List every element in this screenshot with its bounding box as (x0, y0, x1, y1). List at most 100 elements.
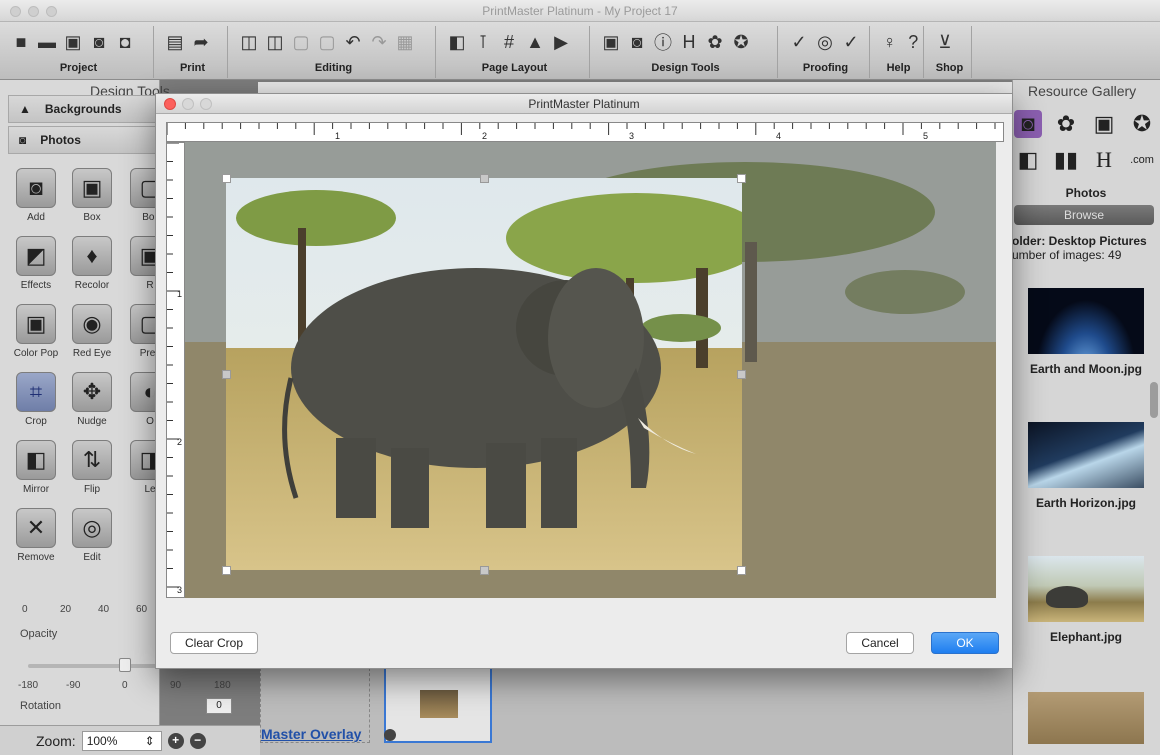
layout-category-icon[interactable]: ▮▮ (1052, 146, 1080, 174)
info-icon[interactable]: ⓘ (652, 30, 674, 54)
web-category-icon[interactable]: .com (1128, 146, 1156, 174)
share-icon[interactable]: ➦ (190, 30, 212, 54)
tool-color-pop[interactable]: ▣ Color Pop (10, 304, 62, 359)
tip-icon[interactable]: ♀ (880, 30, 900, 54)
zoom-in-button[interactable]: + (167, 732, 184, 749)
toolbar-group-editing: ◫ ◫ ▢ ▢ ↶ ↷ ▦ Editing (232, 26, 436, 78)
templates-icon[interactable]: ▣ (62, 30, 84, 54)
undo-icon[interactable]: ↶ (342, 30, 364, 54)
grid-icon[interactable]: # (498, 30, 520, 54)
tool-label: Effects (20, 280, 52, 291)
text-frame-icon[interactable]: ⊺ (472, 30, 494, 54)
open-project-icon[interactable]: ▬ (36, 30, 58, 54)
photos-category-icon[interactable]: ◙ (1014, 110, 1042, 138)
tool-label: Remove (17, 552, 55, 563)
crop-handle-top[interactable] (480, 174, 489, 183)
zoom-window-button[interactable] (46, 6, 57, 17)
crop-selection[interactable] (226, 178, 742, 570)
close-window-button[interactable] (10, 6, 21, 17)
redo-icon[interactable]: ↷ (368, 30, 390, 54)
dialog-zoom-button[interactable] (200, 98, 212, 110)
browse-button[interactable]: Browse (1014, 205, 1154, 225)
ruler-h-label: 3 (629, 131, 635, 141)
print-icon[interactable]: ▤ (164, 30, 186, 54)
crop-handle-right[interactable] (737, 370, 746, 379)
dialog-close-button[interactable] (164, 98, 176, 110)
help-icon[interactable]: ? (904, 30, 924, 54)
cancel-button[interactable]: Cancel (846, 632, 914, 654)
ok-button[interactable]: OK (931, 632, 999, 654)
photos-header[interactable]: ◙ Photos (8, 126, 160, 154)
picture-icon[interactable]: ▣ (600, 30, 622, 54)
cut-icon[interactable]: ◫ (238, 30, 260, 54)
dialog-minimize-button[interactable] (182, 98, 194, 110)
opacity-label: Opacity (20, 628, 58, 640)
gallery-item-earth-horizon[interactable]: Earth Horizon.jpg (1012, 422, 1160, 510)
toolbar-label-print: Print (179, 62, 206, 74)
headline-category-icon[interactable]: H (1090, 146, 1118, 174)
master-overlay-page[interactable]: Master Overlay (260, 668, 370, 743)
flower-icon[interactable]: ✿ (704, 30, 726, 54)
toolbar-group-project: ■ ▬ ▣ ◙ ◘ Project (4, 26, 154, 78)
align-icon[interactable]: ▲ (524, 30, 546, 54)
headline-icon[interactable]: H (678, 30, 700, 54)
zoom-value: 100% (86, 733, 118, 748)
crop-handle-top-right[interactable] (737, 174, 746, 183)
star-icon[interactable]: ✪ (730, 30, 752, 54)
grammar-icon[interactable]: ✓ (840, 30, 862, 54)
tool-red-eye[interactable]: ◉ Red Eye (66, 304, 118, 359)
tool-remove[interactable]: ✕ Remove (10, 508, 62, 563)
remove-icon: ✕ (16, 508, 56, 548)
crop-handle-bottom-left[interactable] (222, 566, 231, 575)
tool-flip[interactable]: ⇅ Flip (66, 440, 118, 495)
flower-category-icon[interactable]: ✿ (1052, 110, 1080, 138)
tool-crop[interactable]: ⌗ Crop (10, 372, 62, 427)
rotation-slider-knob[interactable] (119, 658, 131, 672)
minimize-window-button[interactable] (28, 6, 39, 17)
spell-check-icon[interactable]: ✓ (788, 30, 810, 54)
backgrounds-header[interactable]: ▲ Backgrounds (8, 95, 160, 123)
crop-handle-bottom[interactable] (480, 566, 489, 575)
pages-icon[interactable]: ◧ (446, 30, 468, 54)
save-icon[interactable]: ◙ (88, 30, 110, 54)
paste-icon[interactable]: ▢ (290, 30, 312, 54)
tool-edit[interactable]: ◎ Edit (66, 508, 118, 563)
tool-label: Red Eye (72, 348, 112, 359)
proof-icon[interactable]: ◎ (814, 30, 836, 54)
page-thumbnail[interactable] (384, 668, 492, 743)
crop-handle-top-left[interactable] (222, 174, 231, 183)
picture-category-icon[interactable]: ▣ (1090, 110, 1118, 138)
backgrounds-icon: ▲ (19, 102, 31, 116)
paste-special-icon[interactable]: ▢ (316, 30, 338, 54)
arrange-icon[interactable]: ▶ (550, 30, 572, 54)
crop-handle-left[interactable] (222, 370, 231, 379)
master-overlay-label[interactable]: Master Overlay (261, 726, 361, 742)
mirror-icon: ◧ (16, 440, 56, 480)
rotation-value-field[interactable]: 0 (206, 698, 232, 714)
gallery-scrollbar[interactable] (1150, 382, 1158, 418)
star-category-icon[interactable]: ✪ (1128, 110, 1156, 138)
pages-category-icon[interactable]: ◧ (1014, 146, 1042, 174)
tool-effects[interactable]: ◩ Effects (10, 236, 62, 291)
tool-mirror[interactable]: ◧ Mirror (10, 440, 62, 495)
crop-handle-bottom-right[interactable] (737, 566, 746, 575)
zoom-out-button[interactable]: − (189, 732, 206, 749)
zoom-select[interactable]: 100% ⇕ (81, 730, 162, 751)
camera-icon[interactable]: ◙ (626, 30, 648, 54)
tool-add[interactable]: ◙ Add (10, 168, 62, 223)
crop-canvas[interactable] (185, 142, 996, 598)
copy-icon[interactable]: ◫ (264, 30, 286, 54)
tool-nudge[interactable]: ✥ Nudge (66, 372, 118, 427)
save-as-icon[interactable]: ◘ (114, 30, 136, 54)
chevron-updown-icon: ⇕ (144, 733, 155, 748)
clear-crop-button[interactable]: Clear Crop (170, 632, 258, 654)
tool-box[interactable]: ▣ Box (66, 168, 118, 223)
new-project-icon[interactable]: ■ (10, 30, 32, 54)
gallery-item-savanna[interactable] (1012, 692, 1160, 752)
cart-icon[interactable]: ⊻ (934, 30, 956, 54)
gallery-item-earth-moon[interactable]: Earth and Moon.jpg (1012, 288, 1160, 376)
tool-recolor[interactable]: ♦ Recolor (66, 236, 118, 291)
page-thumbnail-strip (260, 668, 1012, 755)
gallery-item-elephant[interactable]: Elephant.jpg (1012, 556, 1160, 644)
select-all-icon[interactable]: ▦ (394, 30, 416, 54)
